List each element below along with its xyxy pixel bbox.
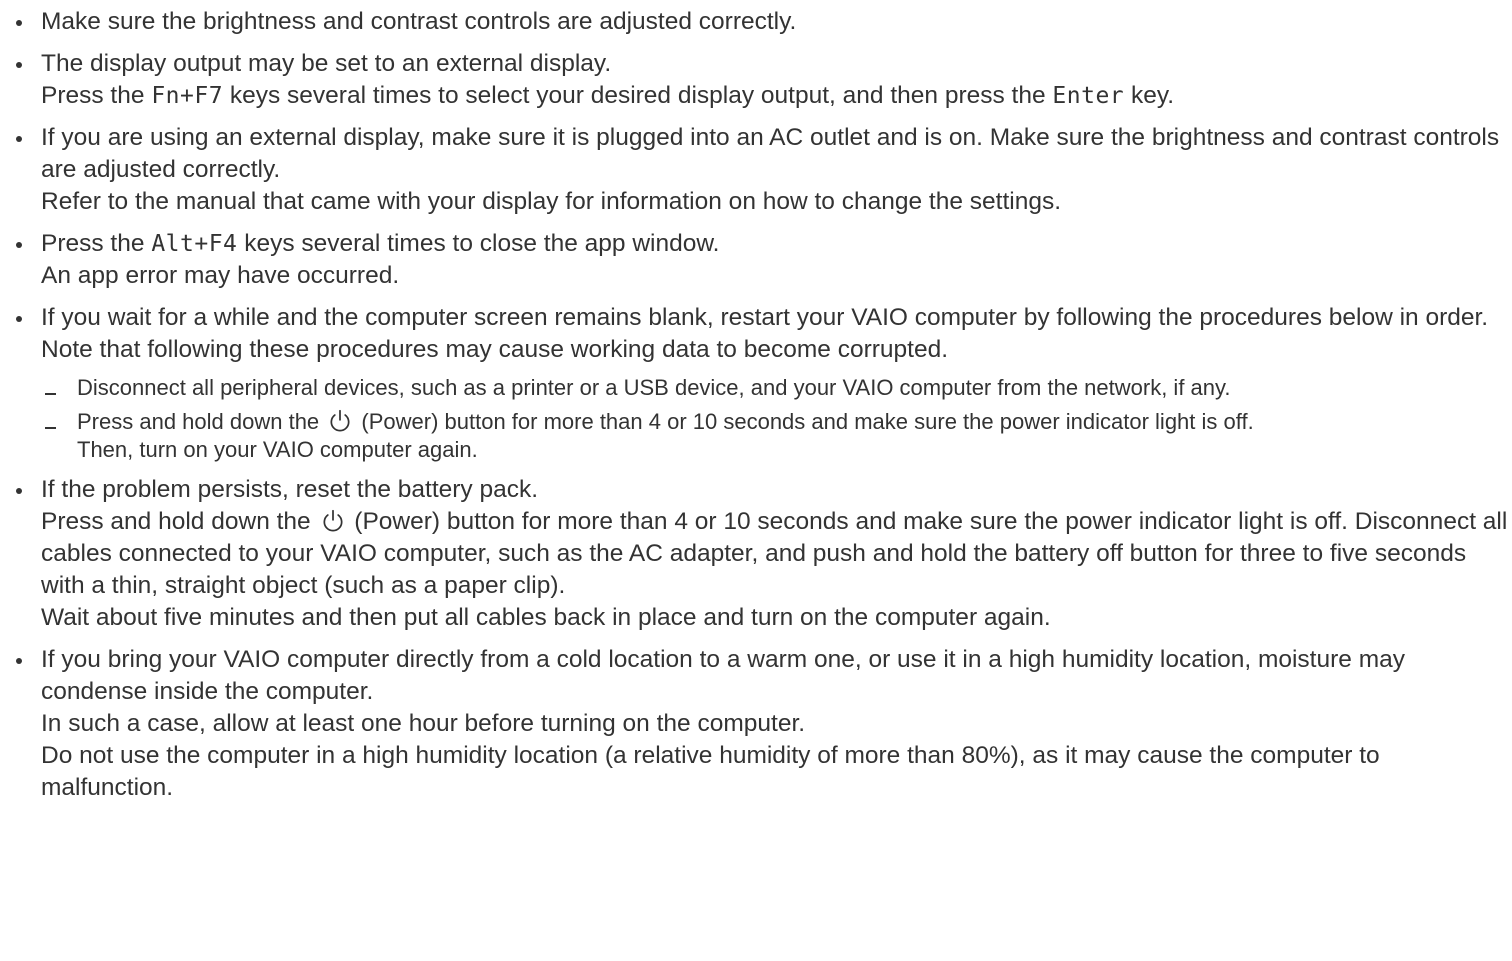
item-note: In such a case, allow at least one hour …	[41, 710, 806, 737]
list-item: Make sure the brightness and contrast co…	[16, 6, 1512, 38]
list-item: Press the Alt+F4 keys several times to c…	[16, 228, 1512, 292]
sub-list-item: Press and hold down the (Power) button f…	[45, 408, 1512, 464]
power-icon	[330, 409, 350, 432]
key-combination-alt-f4: Alt+F4	[151, 231, 238, 257]
item-instruction: Press the Fn+F7 keys several times to se…	[41, 80, 1512, 112]
text-fragment: key.	[1124, 82, 1175, 109]
item-note: Wait about five minutes and then put all…	[41, 604, 1051, 631]
troubleshooting-list: Make sure the brightness and contrast co…	[0, 6, 1512, 804]
text-fragment: Press and hold down the	[41, 508, 318, 535]
restart-procedure-list: Disconnect all peripheral devices, such …	[41, 374, 1512, 464]
text-fragment: keys several times to close the app wind…	[237, 230, 720, 257]
item-instruction: Press the Alt+F4 keys several times to c…	[41, 228, 1512, 260]
sub-item-instruction: Press and hold down the (Power) button f…	[77, 408, 1512, 436]
power-icon	[323, 509, 342, 532]
text-fragment: Press and hold down the	[77, 409, 326, 434]
troubleshooting-content: Make sure the brightness and contrast co…	[0, 0, 1512, 961]
text-fragment: Press the	[41, 230, 152, 257]
list-item: If you are using an external display, ma…	[16, 122, 1512, 218]
item-text: The display output may be set to an exte…	[41, 50, 612, 77]
text-fragment: (Power) button for more than 4 or 10 sec…	[355, 409, 1254, 434]
list-item: If you wait for a while and the computer…	[16, 302, 1512, 464]
text-fragment: Press the	[41, 82, 152, 109]
sub-item-note: Then, turn on your VAIO computer again.	[77, 437, 478, 462]
item-text: If you are using an external display, ma…	[41, 124, 1500, 183]
item-text: If the problem persists, reset the batte…	[41, 476, 539, 503]
text-fragment: keys several times to select your desire…	[223, 82, 1053, 109]
list-item: If the problem persists, reset the batte…	[16, 474, 1512, 634]
key-enter: Enter	[1052, 83, 1125, 109]
list-item: The display output may be set to an exte…	[16, 48, 1512, 112]
item-instruction: Press and hold down the (Power) button f…	[41, 506, 1512, 602]
item-text: If you wait for a while and the computer…	[41, 304, 1489, 363]
list-item: If you bring your VAIO computer directly…	[16, 644, 1512, 804]
item-note: Refer to the manual that came with your …	[41, 188, 1062, 215]
item-note: An app error may have occurred.	[41, 262, 400, 289]
key-combination-fn-f7: Fn+F7	[151, 83, 224, 109]
sub-list-item: Disconnect all peripheral devices, such …	[45, 374, 1512, 402]
item-text: If you bring your VAIO computer directly…	[41, 646, 1405, 705]
sub-item-text: Disconnect all peripheral devices, such …	[77, 375, 1231, 400]
item-warning: Do not use the computer in a high humidi…	[41, 742, 1380, 801]
item-text: Make sure the brightness and contrast co…	[41, 8, 797, 35]
